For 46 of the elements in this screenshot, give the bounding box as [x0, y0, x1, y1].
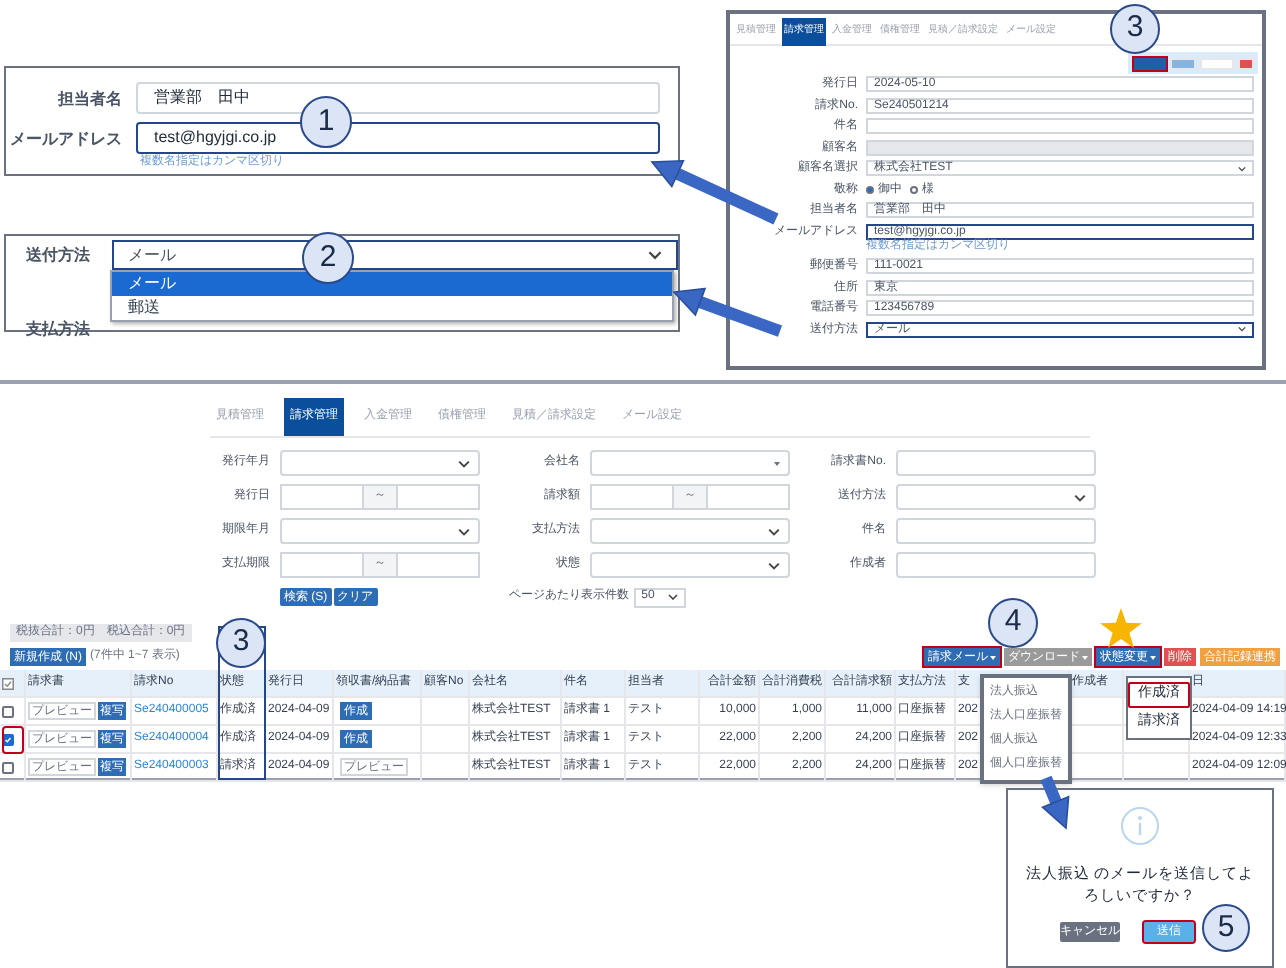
- text-field[interactable]: [590, 484, 674, 510]
- select-field[interactable]: [590, 552, 790, 578]
- chevron-down-icon: [768, 527, 780, 535]
- select-field[interactable]: [280, 450, 480, 476]
- text-field[interactable]: [866, 118, 1254, 134]
- arrow: [672, 287, 783, 337]
- text-field[interactable]: [396, 552, 480, 578]
- text-field[interactable]: [896, 518, 1096, 544]
- text-field[interactable]: [896, 450, 1096, 476]
- field-label: メールアドレス: [8, 128, 122, 152]
- text-field[interactable]: [706, 484, 790, 510]
- chevron-down-icon: [1238, 326, 1246, 332]
- checkbox[interactable]: [2, 761, 14, 773]
- text-field[interactable]: [896, 552, 1096, 578]
- chevron-down-icon: [648, 250, 662, 260]
- dropdown-option[interactable]: 郵送: [112, 296, 672, 320]
- chevron-down-icon: [458, 459, 470, 467]
- text-field[interactable]: [396, 484, 480, 510]
- info-icon: [1120, 806, 1160, 846]
- caret-icon: [774, 461, 780, 465]
- chevron-down-icon: [458, 527, 470, 535]
- table-cell: [1124, 754, 1190, 782]
- toolbar-button[interactable]: [1238, 57, 1254, 69]
- arrow: [650, 159, 779, 225]
- chevron-down-icon: [1238, 165, 1246, 171]
- chevron-down-icon: [667, 594, 678, 600]
- chevron-down-icon: [768, 561, 780, 569]
- checkbox[interactable]: [2, 705, 14, 717]
- toolbar-button[interactable]: [1170, 57, 1196, 69]
- field-label: 担当者名: [55, 88, 122, 112]
- caret-icon: [990, 655, 996, 659]
- text-field[interactable]: [280, 552, 364, 578]
- field-label: 送付方法: [24, 243, 92, 267]
- select-all-icon[interactable]: [2, 677, 14, 689]
- chevron-down-icon: [1074, 493, 1086, 501]
- select-field[interactable]: [896, 484, 1096, 510]
- select-field[interactable]: [590, 450, 790, 476]
- radio-button[interactable]: [866, 185, 874, 193]
- arrow: [1040, 775, 1070, 830]
- text-field[interactable]: [280, 484, 364, 510]
- caret-icon: [1150, 655, 1156, 659]
- select-field[interactable]: [590, 518, 790, 544]
- select-field[interactable]: [280, 518, 480, 544]
- caret-icon: [1082, 655, 1088, 659]
- dropdown-option[interactable]: メール: [112, 272, 672, 296]
- radio-button[interactable]: [910, 185, 918, 193]
